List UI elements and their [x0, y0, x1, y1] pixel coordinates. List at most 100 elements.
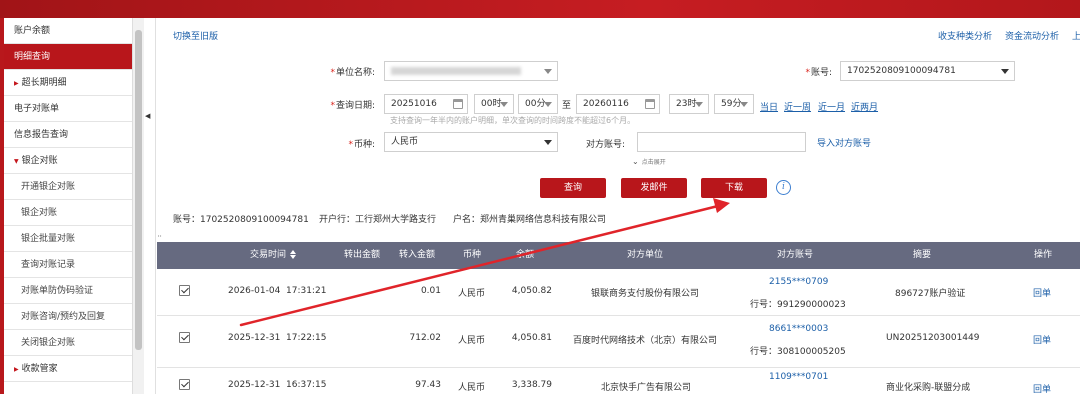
unit-name-label: *单位名称: — [330, 68, 375, 78]
start-date-input[interactable]: 20251016 — [384, 94, 468, 114]
balance: 4,050.81 — [511, 333, 552, 343]
to-label: 至 — [562, 101, 572, 111]
table-header: 交易时间 转出金额 转入金额 币种 余额 对方单位 对方账号 摘要 操作 — [157, 242, 1080, 269]
balance: 3,338.79 — [511, 380, 552, 390]
trade-date: 2025-12-31 — [228, 333, 281, 343]
expand-toggle[interactable]: ⌄ 点击展开 — [632, 157, 666, 166]
calendar-icon[interactable] — [453, 99, 463, 109]
end-minute-select[interactable]: 59分 — [714, 94, 754, 114]
info-icon[interactable]: i — [776, 180, 791, 195]
sidebar-item-reconcile[interactable]: 银企对账 — [4, 200, 132, 226]
counter-account-input[interactable] — [637, 132, 806, 152]
end-hour-select[interactable]: 23时 — [669, 94, 709, 114]
in-amount: 0.01 — [420, 286, 441, 296]
start-minute-select[interactable]: 00分 — [518, 94, 558, 114]
header-balance: 余额 — [516, 250, 535, 260]
sidebar-item-open-reconcile[interactable]: 开通银企对账 — [4, 174, 132, 200]
sidebar-item-e-statement[interactable]: 电子对账单 — [4, 96, 132, 122]
currency-select[interactable]: 人民币 — [384, 132, 558, 152]
chevron-down-icon — [544, 140, 552, 145]
sidebar-item-reconcile-records[interactable]: 查询对账记录 — [4, 252, 132, 278]
sidebar-item-info-report[interactable]: 信息报告查询 — [4, 122, 132, 148]
chevron-down-icon — [544, 102, 552, 107]
calendar-icon[interactable] — [645, 99, 655, 109]
switch-old-version-link[interactable]: 切换至旧版 — [173, 29, 218, 42]
trade-date: 2026-01-04 — [228, 286, 281, 296]
unit-name-blurred — [391, 66, 521, 75]
trade-time: 17:31:21 — [286, 286, 327, 296]
receipt-link[interactable]: 回单 — [1033, 382, 1051, 394]
top-red-bar — [0, 0, 1080, 18]
query-date-label: *查询日期: — [330, 101, 375, 111]
sidebar-item-anti-fake-verify[interactable]: 对账单防伪码验证 — [4, 278, 132, 304]
annotation-arrow-head — [713, 198, 730, 213]
start-hour-select[interactable]: 00时 — [474, 94, 514, 114]
header-trade-time[interactable]: 交易时间 — [250, 242, 297, 269]
sidebar-item-bank-reconcile[interactable]: ▼ 银企对账 — [4, 148, 132, 174]
counterparty: 北京快手广告有限公司 — [601, 383, 692, 393]
sort-icon[interactable] — [290, 250, 297, 259]
header-out-amount: 转出金额 — [344, 250, 381, 260]
in-amount: 97.43 — [415, 380, 441, 390]
memo: 896727账户验证 — [895, 289, 966, 299]
account-select[interactable]: 1702520809100094781 — [840, 61, 1015, 81]
sidebar-item-long-term-detail[interactable]: ▶ 超长期明细 — [4, 70, 132, 96]
fund-flow-link[interactable]: 资金流动分析 — [1005, 29, 1059, 42]
counter-account-link[interactable]: 1109***0701 — [769, 372, 828, 382]
row-checkbox[interactable] — [179, 285, 190, 296]
sidebar-scrollbar[interactable] — [132, 18, 144, 394]
header-counter-account: 对方账号 — [777, 250, 814, 260]
sidebar-item-detail-query[interactable]: 明细查询 — [4, 44, 132, 70]
in-amount: 712.02 — [409, 333, 442, 343]
sidebar-item-account-balance[interactable]: 账户余额 — [4, 18, 132, 44]
bank-branch-text: 开户行：工行郑州大学路支行 — [319, 215, 437, 225]
row-checkbox[interactable] — [179, 379, 190, 390]
sidebar-item-close-reconcile[interactable]: 关闭银企对账 — [4, 330, 132, 356]
unit-name-select[interactable] — [384, 61, 558, 81]
counter-account-link[interactable]: 2155***0709 — [769, 277, 828, 287]
collapse-sidebar-icon[interactable]: ◀ — [145, 112, 151, 124]
end-date-input[interactable]: 20260116 — [576, 94, 660, 114]
date-range-hint: 支持查询一年半内的账户明细，单次查询的时间跨度不能超过6个月。 — [390, 116, 636, 125]
counter-account-link[interactable]: 8661***0003 — [769, 324, 828, 334]
scrollbar-thumb[interactable] — [135, 30, 142, 350]
chevron-down-icon — [500, 102, 508, 107]
trade-time: 17:22:15 — [286, 333, 327, 343]
chevron-down-icon — [695, 102, 703, 107]
more-link[interactable]: 上 — [1072, 29, 1080, 42]
counter-account-label: 对方账号: — [586, 140, 626, 150]
quick-week-link[interactable]: 近一周 — [784, 100, 811, 113]
import-counter-account-link[interactable]: 导入对方账号 — [817, 136, 871, 149]
send-email-button[interactable]: 发邮件 — [621, 178, 687, 198]
header-operation: 操作 — [1034, 250, 1053, 260]
table-row: 2025-12-31 17:22:15 712.02 人民币 4,050.81 … — [157, 316, 1080, 368]
collapse-arrow-icon: ▼ — [14, 158, 19, 165]
sidebar: 账户余额 明细查询 ▶ 超长期明细 电子对账单 信息报告查询 ▼ 银企对账 开通银企… — [4, 18, 132, 394]
sidebar-item-consult[interactable]: 对账咨询/预约及回复 — [4, 304, 132, 330]
bank-number: 行号：308100005205 — [750, 347, 846, 357]
counterparty: 百度时代网络技术（北京）有限公司 — [573, 336, 718, 346]
quick-two-months-link[interactable]: 近两月 — [851, 100, 878, 113]
income-analysis-link[interactable]: 收支种类分析 — [938, 29, 992, 42]
resize-handle[interactable]: ⠒ — [157, 233, 162, 241]
query-button[interactable]: 查询 — [540, 178, 606, 198]
row-checkbox[interactable] — [179, 332, 190, 343]
sidebar-item-batch-reconcile[interactable]: 银企批量对账 — [4, 226, 132, 252]
currency: 人民币 — [458, 289, 486, 299]
account-label: *账号: — [805, 68, 832, 78]
bank-number: 行号：991290000023 — [750, 300, 846, 310]
download-button[interactable]: 下载 — [701, 178, 767, 198]
receipt-link[interactable]: 回单 — [1033, 286, 1051, 299]
chevron-down-icon: ⌄ — [632, 157, 639, 166]
account-number-text: 账号：1702520809100094781 — [173, 215, 309, 225]
currency: 人民币 — [458, 383, 486, 393]
table-row: 2025-12-31 16:37:15 97.43 人民币 3,338.79 北… — [157, 368, 1080, 394]
quick-month-link[interactable]: 近一月 — [818, 100, 845, 113]
quick-today-link[interactable]: 当日 — [760, 100, 778, 113]
sidebar-item-collection-manager[interactable]: ▶ 收款管家 — [4, 356, 132, 382]
table-row: 2026-01-04 17:31:21 0.01 人民币 4,050.82 银联… — [157, 269, 1080, 316]
receipt-link[interactable]: 回单 — [1033, 333, 1051, 346]
expand-arrow-icon: ▶ — [14, 80, 19, 87]
expand-arrow-icon: ▶ — [14, 366, 19, 373]
chevron-down-icon — [544, 69, 552, 74]
